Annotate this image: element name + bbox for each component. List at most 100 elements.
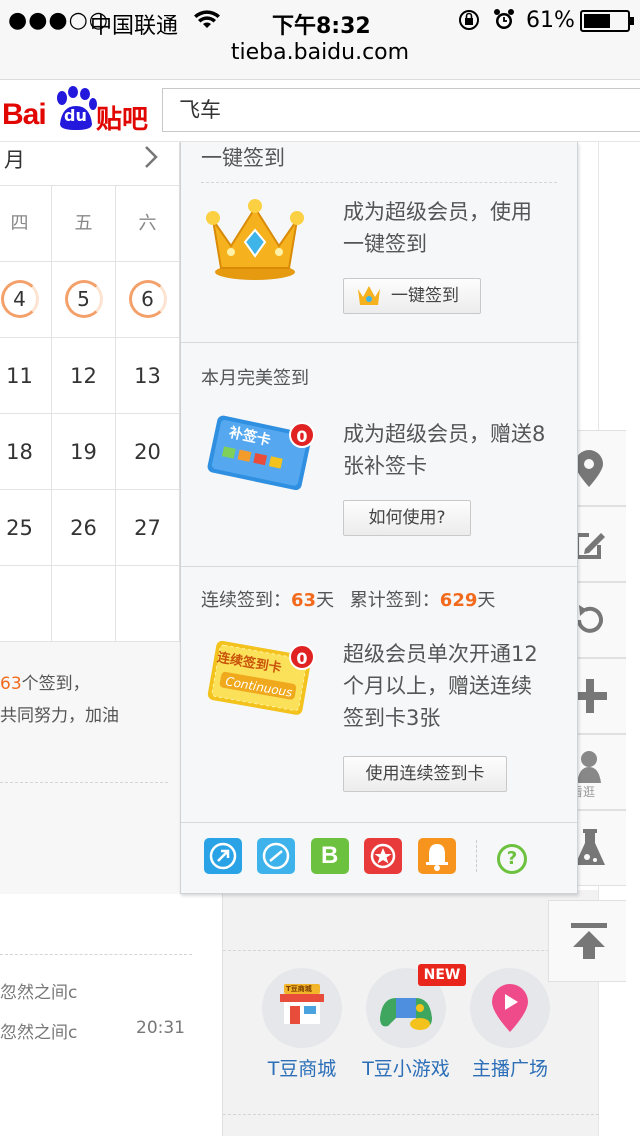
onekey-title: 一键签到	[201, 146, 285, 170]
total-label: 累计签到：	[349, 590, 440, 611]
how-to-use-button[interactable]: 如何使用?	[343, 500, 471, 536]
badge-star-icon[interactable]	[364, 838, 402, 874]
bb-icon[interactable]: B	[311, 838, 349, 874]
calendar-day-signed[interactable]: 5	[52, 262, 116, 338]
calendar-day[interactable]: 19	[52, 414, 116, 490]
tdou-games-label[interactable]: T豆小游戏	[351, 1054, 461, 1081]
share-icon[interactable]	[204, 838, 242, 874]
makeup-card-count-badge: 0	[289, 422, 315, 448]
speed-icon[interactable]	[257, 838, 295, 874]
chevron-right-icon[interactable]	[142, 144, 160, 175]
calendar-day[interactable]: 27	[116, 490, 180, 566]
search-value: 飞车	[179, 98, 221, 122]
divider	[181, 822, 579, 823]
calendar-day[interactable]: 25	[0, 490, 52, 566]
sign-note: 63个签到， 共同努力，加油	[0, 668, 119, 732]
logo-tieba: 贴吧	[96, 105, 149, 135]
carrier-name: 中国联通	[90, 14, 179, 39]
bell-icon[interactable]	[418, 838, 456, 874]
signed-day-ring: 6	[128, 280, 167, 318]
back-to-top-button[interactable]	[548, 900, 626, 982]
signed-day-ring: 4	[0, 280, 39, 318]
sign-count: 63	[0, 674, 22, 694]
divider	[223, 1114, 599, 1115]
calendar-day-empty	[0, 566, 52, 642]
onekey-button-label: 一键签到	[391, 286, 459, 306]
day-unit: 天	[477, 590, 496, 611]
logo-du: du	[64, 106, 87, 125]
divider	[476, 840, 477, 872]
alarm-icon	[493, 8, 515, 38]
rotation-lock-icon	[458, 9, 480, 37]
battery-percent: 61%	[526, 8, 575, 33]
continuous-card-count-badge: 0	[289, 644, 315, 670]
crown-icon	[203, 194, 307, 288]
tdou-shop-label[interactable]: T豆商城	[247, 1054, 357, 1081]
calendar-day[interactable]: 13	[116, 338, 180, 414]
feed-time: 20:31	[136, 1018, 185, 1038]
calendar-day-signed[interactable]: 4	[0, 262, 52, 338]
total-days: 629	[439, 590, 478, 611]
location-play-icon	[492, 984, 528, 1032]
calendar-day[interactable]: 11	[0, 338, 52, 414]
help-icon[interactable]: ?	[497, 844, 527, 874]
shop-icon	[280, 984, 324, 1024]
perfect-desc: 成为超级会员，赠送8 张补签卡	[343, 418, 545, 482]
wifi-icon	[194, 10, 220, 36]
onekey-desc-line2: 一键签到	[343, 232, 427, 256]
logo-bai: Bai	[2, 98, 47, 131]
sign-calendar: 月 四 五 六 4 5 6 11 12 13 18 19 20 25 26 27…	[0, 142, 180, 896]
divider	[223, 950, 599, 951]
shop-sign: T豆商城	[286, 985, 312, 993]
calendar-day[interactable]: 18	[0, 414, 52, 490]
url-text: tieba.baidu.com	[230, 40, 410, 65]
calendar-month-header: 月	[0, 142, 180, 186]
anchor-plaza-label[interactable]: 主播广场	[455, 1054, 565, 1081]
continuous-stats: 连续签到：63天 累计签到：629天	[201, 586, 495, 612]
use-continuous-card-button[interactable]: 使用连续签到卡	[343, 756, 507, 792]
onekey-desc: 成为超级会员，使用 一键签到	[343, 196, 532, 260]
new-badge: NEW	[418, 964, 466, 986]
tdou-shop-button[interactable]: T豆商城	[262, 968, 342, 1048]
sign-note-line1: 个签到，	[21, 674, 90, 694]
signed-day-ring: 5	[64, 280, 103, 318]
perfect-desc-line1: 成为超级会员，赠送8	[343, 422, 546, 446]
continuous-desc: 超级会员单次开通12 个月以上，赠送连续 签到卡3张	[343, 638, 538, 734]
address-bar[interactable]: tieba.baidu.com	[0, 40, 640, 80]
battery-icon	[580, 10, 634, 32]
weekday-thu: 四	[0, 186, 52, 262]
divider	[181, 342, 579, 343]
continuous-desc-line2: 个月以上，赠送连续	[343, 674, 532, 698]
feed-author[interactable]: 忽然之间c	[0, 978, 77, 1003]
continuous-days: 63	[291, 590, 317, 611]
divider	[0, 782, 168, 783]
calendar-day[interactable]: 26	[52, 490, 116, 566]
perfect-desc-line2: 张补签卡	[343, 454, 427, 478]
calendar-day-empty	[52, 566, 116, 642]
calendar-day-signed[interactable]: 6	[116, 262, 180, 338]
weekday-fri: 五	[52, 186, 116, 262]
calendar-day[interactable]: 12	[52, 338, 116, 414]
month-label: 月	[4, 148, 25, 172]
search-input[interactable]: 飞车	[162, 88, 640, 132]
anchor-plaza-button[interactable]	[470, 968, 550, 1048]
feed-area: 忽然之间c 忽然之间c 20:31	[0, 894, 222, 1136]
divider	[0, 954, 192, 955]
perfect-title: 本月完美签到	[201, 368, 309, 389]
feed-author[interactable]: 忽然之间c	[0, 1018, 77, 1043]
divider	[181, 566, 579, 567]
weekday-sat: 六	[116, 186, 180, 262]
calendar-day-empty	[116, 566, 180, 642]
sign-note-line2: 共同努力，加油	[0, 706, 119, 726]
tieba-logo[interactable]: Bai du 贴吧	[0, 82, 156, 138]
continuous-desc-line1: 超级会员单次开通12	[343, 642, 538, 666]
onekey-sign-button[interactable]: 一键签到	[343, 278, 481, 314]
divider	[201, 182, 557, 183]
continuous-desc-line3: 签到卡3张	[343, 706, 441, 730]
status-bar: ●●●○○ 中国联通 下午8:32 61%	[0, 0, 640, 40]
sign-privileges-popup: 一键签到 成为超级会员，使用 一键签到 一键签到 本月完美签到 补签卡 0 成为…	[180, 142, 579, 894]
continuous-label: 连续签到：	[201, 590, 291, 611]
onekey-desc-line1: 成为超级会员，使用	[343, 200, 532, 224]
calendar-day[interactable]: 20	[116, 414, 180, 490]
arrow-up-to-top-icon	[571, 923, 607, 959]
